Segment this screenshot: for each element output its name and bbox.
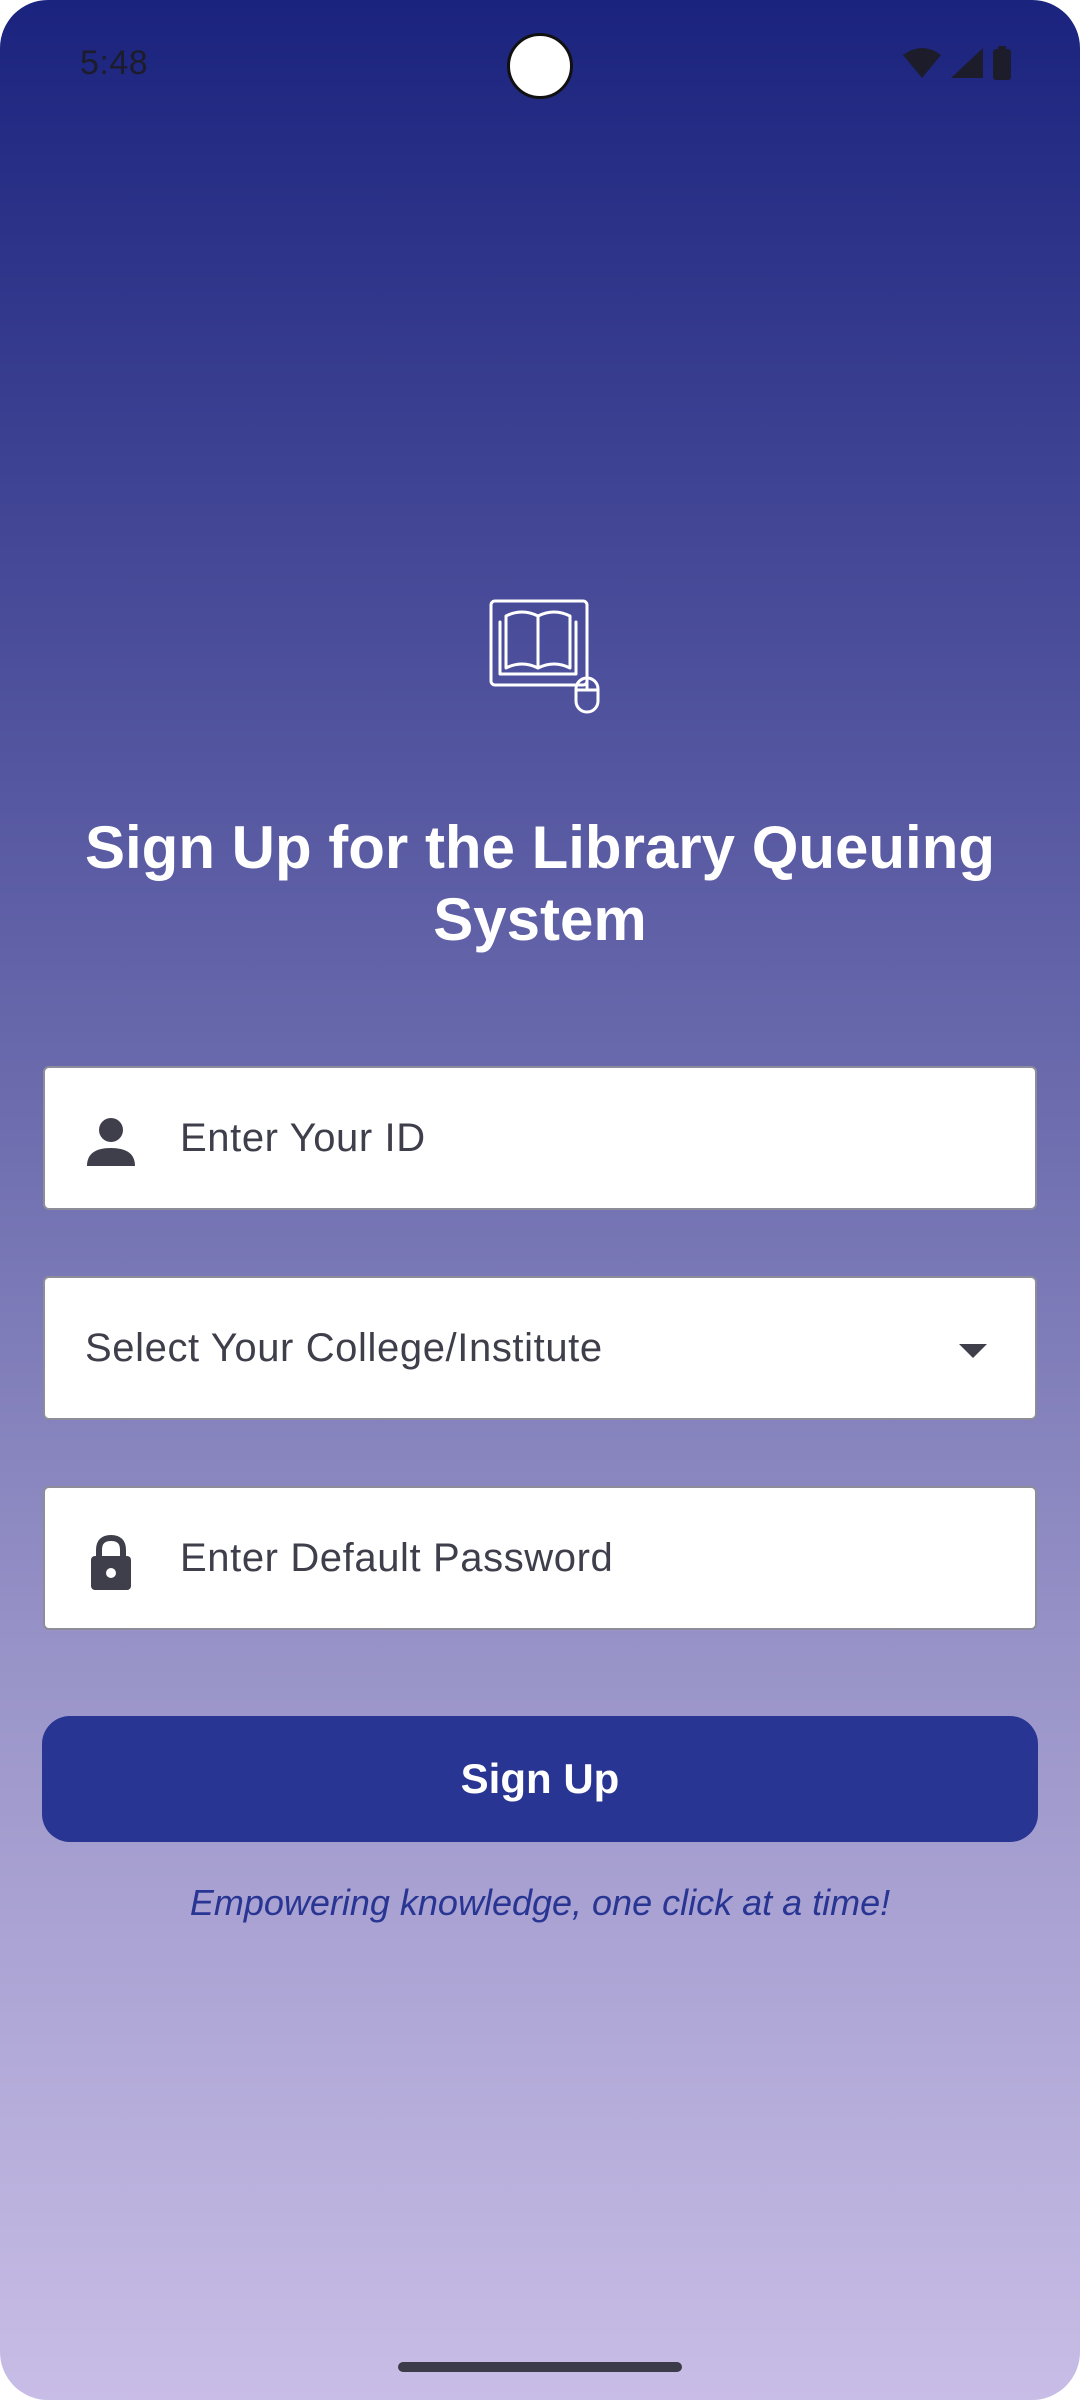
college-select[interactable]: Select Your College/Institute bbox=[43, 1276, 1037, 1420]
wifi-icon bbox=[902, 47, 942, 79]
sign-up-button[interactable]: Sign Up bbox=[42, 1716, 1038, 1842]
id-placeholder: Enter Your ID bbox=[180, 1115, 426, 1160]
password-input[interactable]: Enter Default Password bbox=[43, 1486, 1037, 1630]
password-placeholder: Enter Default Password bbox=[180, 1535, 614, 1580]
status-bar: 5:48 bbox=[0, 0, 1080, 130]
dropdown-arrow-icon bbox=[957, 1334, 989, 1366]
id-input[interactable]: Enter Your ID bbox=[43, 1066, 1037, 1210]
book-mouse-icon bbox=[488, 598, 608, 716]
person-icon bbox=[83, 1114, 139, 1170]
status-icons bbox=[902, 46, 1012, 80]
front-camera bbox=[507, 33, 573, 99]
home-indicator[interactable] bbox=[398, 2362, 682, 2372]
college-placeholder: Select Your College/Institute bbox=[85, 1325, 603, 1370]
signal-icon bbox=[950, 47, 984, 79]
battery-icon bbox=[992, 46, 1012, 80]
page-title: Sign Up for the Library Queuing System bbox=[84, 814, 996, 953]
tagline: Empowering knowledge, one click at a tim… bbox=[189, 1882, 891, 1923]
lock-icon bbox=[83, 1534, 139, 1590]
status-time: 5:48 bbox=[80, 44, 149, 82]
sign-up-screen: 5:48 Sign Up for the Library Queuing Sys… bbox=[0, 0, 1080, 2400]
